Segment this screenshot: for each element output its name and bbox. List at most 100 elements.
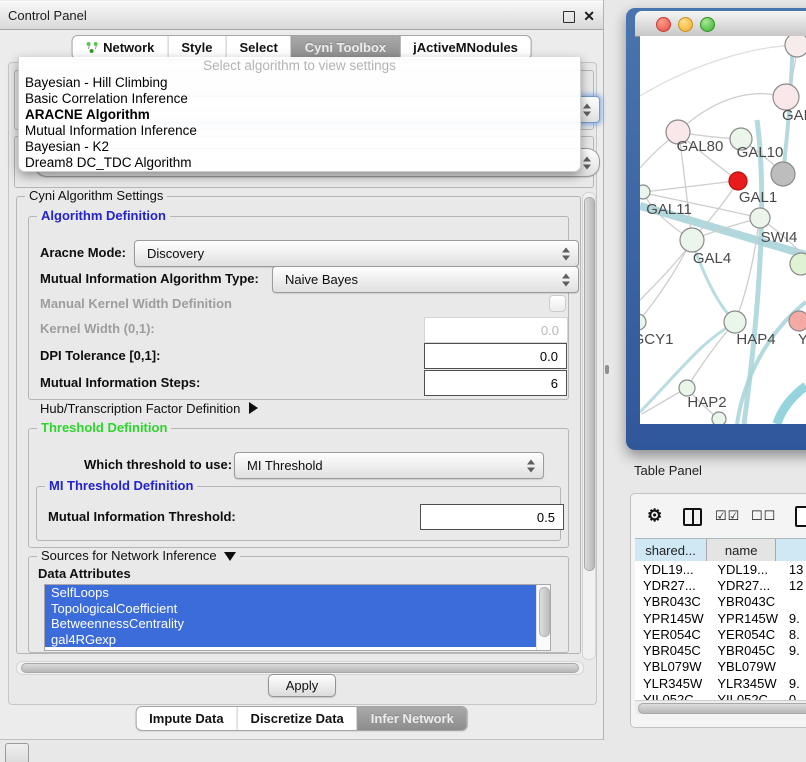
manual-kernel-checkbox[interactable]: [549, 295, 566, 312]
table-cell: YLR345W: [709, 676, 781, 691]
gear-icon[interactable]: ⚙: [647, 506, 662, 526]
tab-label: Network: [103, 40, 154, 55]
document-icon[interactable]: [795, 506, 806, 527]
select-all-checkboxes-icon[interactable]: ☑☑: [715, 508, 740, 524]
network-canvas[interactable]: GALGAL80GAL10GAL1GAL11GAL4SWI4GCY1HAP4YH…: [640, 36, 806, 424]
tab-discretize-data[interactable]: Discretize Data: [237, 707, 357, 730]
node-gal11[interactable]: [640, 185, 650, 199]
tab-cyni-toolbox[interactable]: Cyni Toolbox: [291, 36, 399, 59]
settings-horizontal-scrollbar[interactable]: [16, 661, 584, 675]
attribute-item-betweennesscentrality[interactable]: BetweennessCentrality: [45, 616, 536, 632]
table-cell: 12: [781, 578, 806, 593]
attribute-item-topologicalcoefficient[interactable]: TopologicalCoefficient: [45, 601, 536, 617]
minimize-traffic-light-icon[interactable]: [678, 17, 693, 32]
split-columns-icon[interactable]: [683, 508, 702, 526]
bottom-tab-bar: Impute DataDiscretize DataInfer Network: [135, 706, 468, 731]
table-row[interactable]: YER054CYER054C8.: [635, 626, 806, 642]
table-row[interactable]: YPR145WYPR145W9.: [635, 610, 806, 626]
which-threshold-combobox[interactable]: MI Threshold: [234, 452, 544, 479]
close-icon[interactable]: ✕: [583, 6, 595, 26]
node-label-gcy1: GCY1: [640, 331, 673, 348]
node-unlabeled[interactable]: [771, 162, 795, 186]
algorithm-option-bayesian-hill-climbing[interactable]: Bayesian - Hill Climbing: [19, 75, 580, 91]
table-row[interactable]: YDR27...YDR27...12: [635, 577, 806, 593]
aracne-mode-combobox[interactable]: Discovery: [134, 240, 579, 267]
algorithm-option-mutual-information-inference[interactable]: Mutual Information Inference: [19, 123, 580, 139]
cyni-settings-legend: Cyni Algorithm Settings: [25, 188, 167, 204]
network-edge: [777, 386, 806, 424]
zoom-traffic-light-icon[interactable]: [700, 17, 715, 32]
algorithm-option-aracne-algorithm[interactable]: ARACNE Algorithm: [19, 107, 580, 123]
tab-network[interactable]: Network: [72, 36, 167, 59]
algorithm-option-bayesian-k2[interactable]: Bayesian - K2: [19, 139, 580, 155]
node-y[interactable]: [789, 311, 806, 331]
node-label-gal80: GAL80: [677, 138, 724, 155]
mi-threshold-field[interactable]: 0.5: [420, 504, 564, 530]
table-cell: YBR045C: [635, 643, 709, 658]
column-header-partial[interactable]: [776, 539, 806, 562]
hub-definition-toggle[interactable]: Hub/Transcription Factor Definition: [40, 396, 258, 421]
column-header-shared[interactable]: shared...: [635, 539, 707, 562]
expand-right-icon[interactable]: [249, 402, 258, 414]
tab-jactivemnodules[interactable]: jActiveMNodules: [399, 36, 531, 59]
node-hap4[interactable]: [724, 311, 746, 333]
node-unlabeled[interactable]: [785, 36, 806, 57]
column-header-name[interactable]: name: [707, 539, 776, 562]
table-horizontal-scrollbar[interactable]: [635, 700, 806, 714]
split-pane-divider[interactable]: [605, 365, 609, 374]
node-gcy1[interactable]: [640, 314, 646, 330]
dpi-tolerance-field[interactable]: 0.0: [424, 343, 567, 369]
table-row[interactable]: YDL19...YDL19...13: [635, 561, 806, 577]
tab-infer-network[interactable]: Infer Network: [357, 707, 467, 730]
table-row[interactable]: YIL052CYIL052C0.: [635, 691, 806, 700]
kernel-width-value: 0.0: [541, 323, 559, 338]
kernel-width-field[interactable]: 0.0: [424, 317, 568, 343]
node-gal1[interactable]: [750, 208, 770, 228]
mi-steps-field[interactable]: 6: [424, 370, 567, 396]
node-label-y: Y: [798, 331, 806, 348]
tab-select[interactable]: Select: [225, 36, 290, 59]
mi-type-combobox[interactable]: Naive Bayes: [272, 266, 579, 293]
data-attributes-listbox[interactable]: SelfLoopsTopologicalCoefficientBetweenne…: [44, 584, 551, 651]
node-swi4[interactable]: [790, 253, 806, 275]
close-traffic-light-icon[interactable]: [656, 17, 671, 32]
aracne-mode-value: Discovery: [147, 246, 204, 261]
network-edge: [640, 45, 797, 96]
network-view-window[interactable]: GALGAL80GAL10GAL1GAL11GAL4SWI4GCY1HAP4YH…: [626, 8, 806, 450]
algorithm-option-basic-correlation-inference[interactable]: Basic Correlation Inference: [19, 91, 580, 107]
float-window-icon[interactable]: [563, 11, 575, 23]
node-gal4[interactable]: [680, 228, 704, 252]
mi-steps-label: Mutual Information Steps:: [40, 370, 200, 395]
settings-vertical-scrollbar[interactable]: [582, 192, 596, 660]
algorithm-popup-list: Bayesian - Hill ClimbingBasic Correlatio…: [19, 75, 580, 171]
threshold-definition-legend: Threshold Definition: [37, 420, 171, 436]
settings-horizontal-scrollbar-thumb[interactable]: [21, 663, 579, 673]
table-row[interactable]: YLR345WYLR345W9.: [635, 675, 806, 691]
apply-button[interactable]: Apply: [268, 674, 336, 697]
panel-grip-button[interactable]: [5, 743, 29, 762]
table-row[interactable]: YBL079WYBL079W: [635, 659, 806, 675]
table-horizontal-scrollbar-thumb[interactable]: [638, 703, 806, 714]
network-window-titlebar[interactable]: [635, 11, 806, 37]
table-cell: YDL19...: [635, 562, 709, 577]
node-unlabeled[interactable]: [729, 172, 747, 190]
node-unlabeled[interactable]: [712, 412, 726, 424]
attributes-scrollbar[interactable]: [536, 585, 550, 650]
collapse-down-icon[interactable]: [224, 552, 236, 561]
deselect-all-checkboxes-icon[interactable]: ☐☐: [751, 508, 776, 524]
tab-label: jActiveMNodules: [413, 40, 518, 55]
settings-vertical-scrollbar-thumb[interactable]: [584, 197, 595, 571]
attributes-scrollbar-thumb[interactable]: [539, 587, 550, 637]
attribute-item-selfloops[interactable]: SelfLoops: [45, 585, 536, 601]
table-cell: YBL079W: [709, 659, 781, 674]
mi-steps-value: 6: [551, 376, 558, 391]
tab-style[interactable]: Style: [167, 36, 225, 59]
tab-impute-data[interactable]: Impute Data: [136, 707, 236, 730]
table-row[interactable]: YBR045CYBR045C9.: [635, 642, 806, 658]
algorithm-dropdown-popup: Select algorithm to view settings Bayesi…: [18, 57, 581, 172]
attribute-item-gal4rgexp[interactable]: gal4RGexp: [45, 632, 536, 648]
node-label-swi4: SWI4: [761, 229, 798, 246]
table-cell: 8.: [781, 627, 806, 642]
table-row[interactable]: YBR043CYBR043C: [635, 594, 806, 610]
algorithm-option-dream8-dc-tdc-algorithm[interactable]: Dream8 DC_TDC Algorithm: [19, 155, 580, 171]
